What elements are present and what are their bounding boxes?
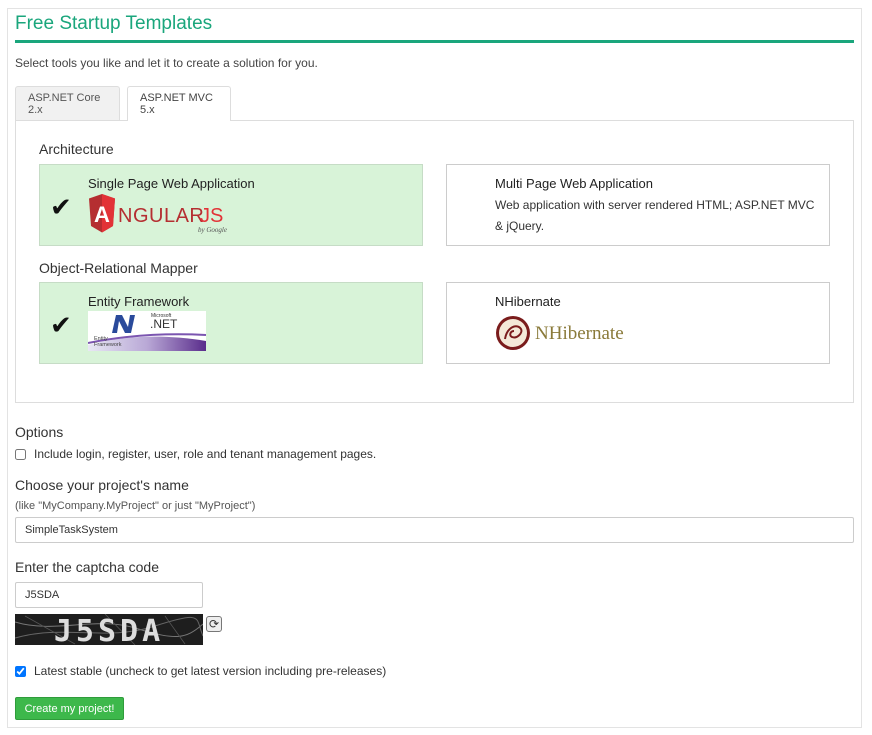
architecture-label: Architecture	[39, 141, 114, 157]
svg-text:A: A	[94, 202, 110, 227]
svg-text:.NET: .NET	[150, 317, 178, 331]
entity-framework-logo: Microsoft .NET Entity Framework	[87, 311, 207, 351]
create-project-button[interactable]: Create my project!	[15, 697, 124, 720]
orm-label: Object-Relational Mapper	[39, 260, 198, 276]
captcha-image: J5SDA	[15, 614, 203, 645]
include-pages-label: Include login, register, user, role and …	[34, 447, 377, 461]
card-title: Multi Page Web Application	[495, 176, 654, 191]
svg-text:NGULAR: NGULAR	[118, 205, 204, 227]
latest-stable-row: Latest stable (uncheck to get latest ver…	[15, 664, 386, 678]
tab-content-panel: Architecture ✔ Single Page Web Applicati…	[15, 120, 854, 403]
project-name-input[interactable]	[15, 517, 854, 543]
project-name-label: Choose your project's name	[15, 477, 189, 493]
tab-aspnet-mvc[interactable]: ASP.NET MVC 5.x	[127, 86, 231, 121]
refresh-captcha-icon[interactable]: ⟳	[206, 616, 222, 632]
card-title: Entity Framework	[88, 294, 190, 309]
captcha-text: J5SDA	[54, 614, 164, 645]
card-single-page-app[interactable]: ✔ Single Page Web Application A NGULAR J…	[39, 164, 423, 246]
angularjs-logo: A NGULAR JS by Google	[88, 193, 238, 235]
svg-text:NHibernate: NHibernate	[535, 323, 624, 344]
title-divider	[15, 40, 854, 43]
card-description: Web application with server rendered HTM…	[495, 198, 815, 233]
include-pages-checkbox[interactable]	[15, 448, 26, 460]
card-multi-page-app[interactable]: Multi Page Web Application Web applicati…	[446, 164, 830, 246]
page-title: Free Startup Templates	[15, 13, 213, 34]
captcha-input[interactable]	[15, 582, 203, 608]
card-nhibernate[interactable]: NHibernate NHibernate	[446, 282, 830, 364]
svg-text:by Google: by Google	[198, 226, 227, 234]
latest-stable-label: Latest stable (uncheck to get latest ver…	[34, 664, 387, 678]
checkmark-icon: ✔	[50, 192, 72, 222]
include-pages-row: Include login, register, user, role and …	[15, 447, 376, 461]
svg-text:Framework: Framework	[94, 342, 122, 348]
project-name-hint: (like "MyCompany.MyProject" or just "MyP…	[15, 500, 256, 512]
tab-aspnet-core[interactable]: ASP.NET Core 2.x	[15, 86, 120, 120]
card-title: Single Page Web Application	[88, 176, 255, 191]
svg-text:JS: JS	[200, 205, 223, 227]
checkmark-icon: ✔	[50, 310, 72, 340]
card-entity-framework[interactable]: ✔ Entity Framework Microsoft .NET Entity	[39, 282, 423, 364]
latest-stable-checkbox[interactable]	[15, 665, 26, 677]
nhibernate-logo: NHibernate	[495, 315, 645, 351]
options-label: Options	[15, 424, 64, 440]
page-subtitle: Select tools you like and let it to crea…	[15, 56, 318, 70]
card-title: NHibernate	[495, 294, 561, 309]
captcha-label: Enter the captcha code	[15, 559, 159, 575]
